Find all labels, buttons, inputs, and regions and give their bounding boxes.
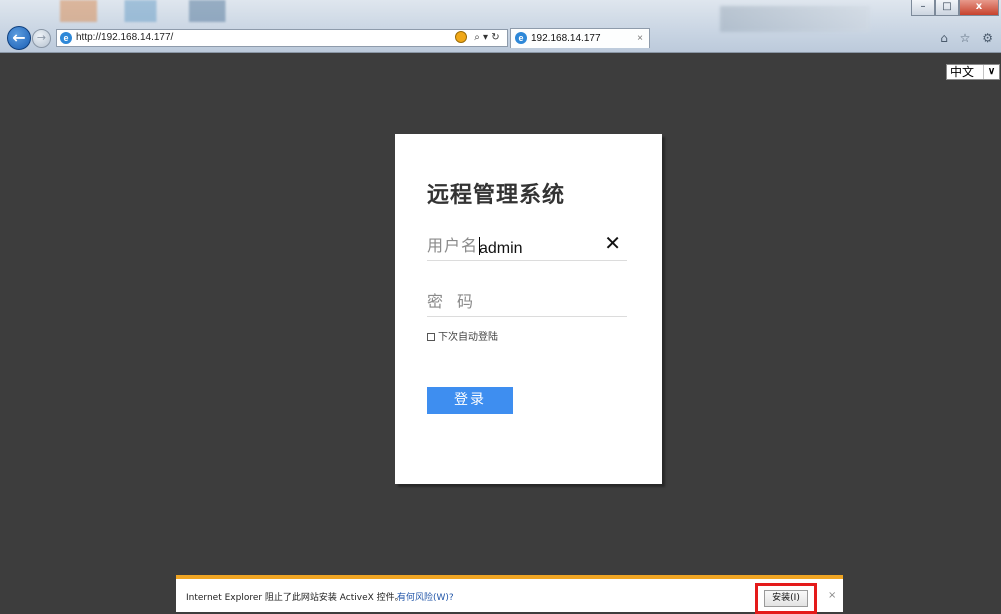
language-select[interactable]: 中文 ∨ <box>946 64 1000 80</box>
close-window-button[interactable]: x <box>959 0 999 16</box>
close-icon[interactable]: × <box>828 590 836 601</box>
username-label: 用户名 <box>427 236 479 255</box>
toolbar-icons[interactable]: ⌂ ☆ ⚙ <box>940 30 997 46</box>
arrow-right-icon: → <box>36 31 47 44</box>
compatibility-view-icon[interactable] <box>455 31 467 43</box>
install-button[interactable]: 安装(I) <box>764 590 808 607</box>
notification-message: Internet Explorer 阻止了此网站安装 ActiveX 控件。 <box>186 593 404 603</box>
search-icon[interactable]: ⌕ <box>474 32 480 43</box>
remember-checkbox[interactable] <box>427 333 435 341</box>
language-value: 中文 <box>950 65 975 79</box>
login-button[interactable]: 登录 <box>427 387 513 414</box>
browser-chrome: ← → e http://192.168.14.177/ ⌕ ▾ ↻ e 192… <box>0 0 1001 53</box>
refresh-icon[interactable]: ↻ <box>491 32 499 43</box>
clear-icon[interactable]: ✕ <box>604 233 621 253</box>
risk-link[interactable]: 有何风险(W)? <box>397 590 454 603</box>
login-title: 远程管理系统 <box>427 183 566 208</box>
address-bar[interactable]: e http://192.168.14.177/ <box>56 29 508 47</box>
minimize-button[interactable]: – <box>911 0 935 16</box>
username-input[interactable]: admin <box>479 240 523 258</box>
chevron-down-icon: ∨ <box>983 65 999 79</box>
window-controls: – □ x <box>911 0 999 18</box>
arrow-left-icon: ← <box>12 28 26 47</box>
browser-tab[interactable]: e 192.168.14.177 × <box>510 28 650 48</box>
username-field[interactable]: 用户名 admin ✕ <box>427 230 627 261</box>
tab-close-icon[interactable]: × <box>637 29 643 48</box>
restore-button[interactable]: □ <box>935 0 959 16</box>
password-label: 密码 <box>427 292 488 311</box>
tab-title: 192.168.14.177 <box>531 33 601 44</box>
remember-me[interactable]: 下次自动登陆 <box>427 332 498 344</box>
address-tools: ⌕ ▾ ↻ <box>455 29 507 47</box>
ie-page-icon: e <box>515 32 527 44</box>
activex-notification-bar: Internet Explorer 阻止了此网站安装 ActiveX 控件。 有… <box>176 575 843 614</box>
password-field[interactable]: 密码 <box>427 286 627 317</box>
ie-page-icon: e <box>60 32 72 44</box>
login-card: 远程管理系统 用户名 admin ✕ 密码 下次自动登陆 登录 <box>395 134 662 484</box>
forward-button[interactable]: → <box>32 29 51 48</box>
window-blur-background <box>720 6 870 32</box>
dropdown-icon[interactable]: ▾ <box>483 32 488 43</box>
url-text: http://192.168.14.177/ <box>76 32 174 43</box>
back-button[interactable]: ← <box>7 26 31 50</box>
taskbar-blur-background <box>60 0 290 22</box>
remember-label: 下次自动登陆 <box>438 332 498 343</box>
